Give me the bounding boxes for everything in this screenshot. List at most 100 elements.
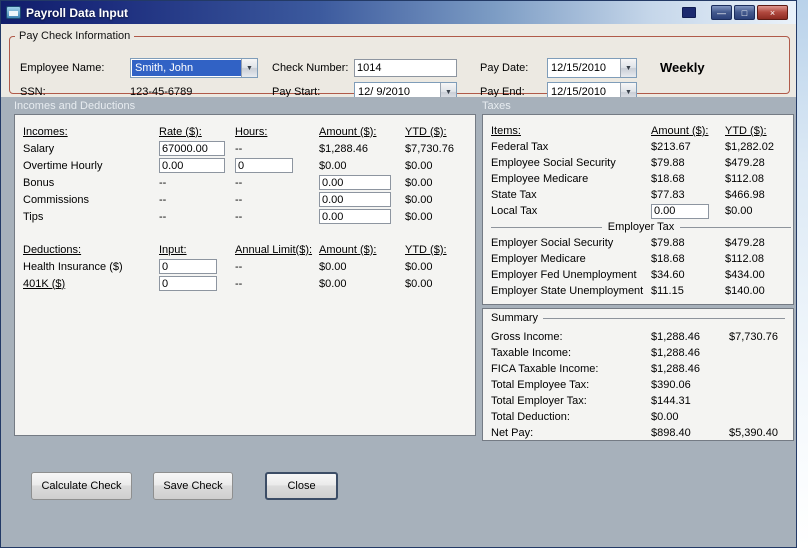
gross-income-ytd: $7,730.76 (729, 331, 778, 343)
summary-panel: Summary Gross Income: $1,288.46 $7,730.7… (482, 308, 794, 441)
employer-state-unemployment-ytd: $140.00 (725, 285, 765, 297)
local-tax-ytd: $0.00 (725, 205, 753, 217)
bonus-rate: -- (159, 176, 167, 189)
amount-col-header: Amount ($): (319, 125, 377, 138)
employer-ss-label: Employer Social Security (491, 237, 614, 249)
close-button[interactable]: Close (265, 472, 338, 500)
employer-tax-header: Employer Tax (607, 221, 675, 233)
close-window-button[interactable]: × (757, 5, 788, 20)
employer-medicare-amount: $18.68 (651, 253, 685, 265)
paycheck-info-legend: Pay Check Information (19, 30, 131, 42)
commissions-ytd: $0.00 (405, 193, 433, 206)
commissions-rate: -- (159, 193, 167, 206)
overtime-label: Overtime Hourly (23, 159, 103, 172)
calculate-check-button[interactable]: Calculate Check (31, 472, 132, 500)
employer-medicare-label: Employer Medicare (491, 253, 586, 265)
taxes-panel: Items: Amount ($): YTD ($): Federal Tax … (482, 114, 794, 305)
tips-rate: -- (159, 210, 167, 223)
total-employee-tax-amount: $390.06 (651, 379, 691, 391)
fica-taxable-income-amount: $1,288.46 (651, 363, 700, 375)
summary-table: Gross Income: $1,288.46 $7,730.76 Taxabl… (491, 329, 789, 441)
incomes-deductions-panel: Incomes: Rate ($): Hours: Amount ($): YT… (14, 114, 476, 436)
tips-label: Tips (23, 210, 44, 223)
employer-fed-unemployment-label: Employer Fed Unemployment (491, 269, 637, 281)
k401-amount: $0.00 (319, 277, 347, 290)
commissions-hours: -- (235, 193, 243, 206)
taxes-table: Items: Amount ($): YTD ($): Federal Tax … (491, 123, 791, 299)
input-col-header: Input: (159, 243, 187, 256)
commissions-label: Commissions (23, 193, 90, 206)
titlebar-decoration (682, 7, 696, 18)
employer-medicare-ytd: $112.08 (725, 253, 764, 265)
overtime-rate-input[interactable] (159, 158, 225, 173)
salary-amount: $1,288.46 (319, 142, 368, 155)
employer-tax-divider: Employer Tax (491, 217, 791, 237)
employer-ss-ytd: $479.28 (725, 237, 765, 249)
employee-name-combobox[interactable]: Smith, John (130, 58, 258, 78)
window-title: Payroll Data Input (26, 5, 129, 20)
incomes-table: Incomes: Rate ($): Hours: Amount ($): YT… (23, 123, 469, 225)
maximize-button[interactable]: □ (734, 5, 755, 20)
section-title-incomes-deductions: Incomes and Deductions (14, 100, 136, 112)
tips-hours: -- (235, 210, 243, 223)
employee-ss-ytd: $479.28 (725, 157, 765, 169)
net-pay-label: Net Pay: (491, 427, 534, 439)
commissions-amount-input[interactable] (319, 192, 391, 207)
deductions-col-header: Deductions: (23, 243, 82, 256)
salary-rate-input[interactable] (159, 141, 225, 156)
bonus-ytd: $0.00 (405, 176, 433, 189)
save-check-button[interactable]: Save Check (153, 472, 233, 500)
ded-ytd-col-header: YTD ($): (405, 243, 447, 256)
tax-amount-col-header: Amount ($): (651, 125, 709, 137)
pay-date-value: 12/15/2010 (551, 62, 607, 74)
paycheck-info-group: Pay Check Information Employee Name: Smi… (9, 30, 790, 102)
health-insurance-input[interactable] (159, 259, 217, 274)
health-insurance-limit: -- (235, 260, 243, 273)
summary-title: Summary (491, 312, 539, 324)
taxable-income-label: Taxable Income: (491, 347, 572, 359)
pay-date-picker[interactable]: 12/15/2010 (547, 58, 637, 78)
employee-ss-label: Employee Social Security (491, 157, 616, 169)
salary-label: Salary (23, 142, 55, 155)
total-deduction-amount: $0.00 (651, 411, 679, 423)
gross-income-label: Gross Income: (491, 331, 563, 343)
total-employer-tax-amount: $144.31 (651, 395, 691, 407)
state-tax-amount: $77.83 (651, 189, 685, 201)
employee-name-value: Smith, John (132, 60, 241, 76)
employee-ss-amount: $79.88 (651, 157, 685, 169)
check-number-input[interactable] (354, 59, 457, 77)
ded-amount-col-header: Amount ($): (319, 243, 377, 256)
total-employer-tax-label: Total Employer Tax: (491, 395, 587, 407)
overtime-hours-input[interactable] (235, 158, 293, 173)
employer-fed-unemployment-ytd: $434.00 (725, 269, 765, 281)
tips-amount-input[interactable] (319, 209, 391, 224)
local-tax-label: Local Tax (491, 205, 538, 217)
minimize-button[interactable]: — (711, 5, 732, 20)
employee-medicare-amount: $18.68 (651, 173, 685, 185)
pay-date-label: Pay Date: (480, 62, 529, 74)
bonus-amount-input[interactable] (319, 175, 391, 190)
k401-label: 401K ($) (23, 277, 66, 290)
employer-state-unemployment-amount: $11.15 (651, 285, 684, 297)
tax-ytd-col-header: YTD ($): (725, 125, 767, 137)
fica-taxable-income-label: FICA Taxable Income: (491, 363, 599, 375)
employee-name-dropdown-icon[interactable] (241, 59, 257, 77)
bonus-hours: -- (235, 176, 243, 189)
overtime-amount: $0.00 (319, 159, 347, 172)
payroll-window: Payroll Data Input — □ × Pay Check Infor… (0, 0, 797, 548)
k401-input[interactable] (159, 276, 217, 291)
deductions-table: Deductions: Input: Annual Limit($): Amou… (23, 241, 469, 292)
pay-date-dropdown-icon[interactable] (620, 59, 636, 77)
gross-income-amount: $1,288.46 (651, 331, 700, 343)
federal-tax-amount: $213.67 (651, 141, 691, 153)
total-deduction-label: Total Deduction: (491, 411, 570, 423)
total-employee-tax-label: Total Employee Tax: (491, 379, 590, 391)
bonus-label: Bonus (23, 176, 55, 189)
employee-name-label: Employee Name: (20, 62, 105, 74)
state-tax-label: State Tax (491, 189, 537, 201)
taxable-income-amount: $1,288.46 (651, 347, 700, 359)
section-title-taxes: Taxes (482, 100, 511, 112)
summary-header-row: Summary (491, 312, 785, 324)
federal-tax-ytd: $1,282.02 (725, 141, 774, 153)
titlebar[interactable]: Payroll Data Input — □ × (1, 1, 796, 24)
